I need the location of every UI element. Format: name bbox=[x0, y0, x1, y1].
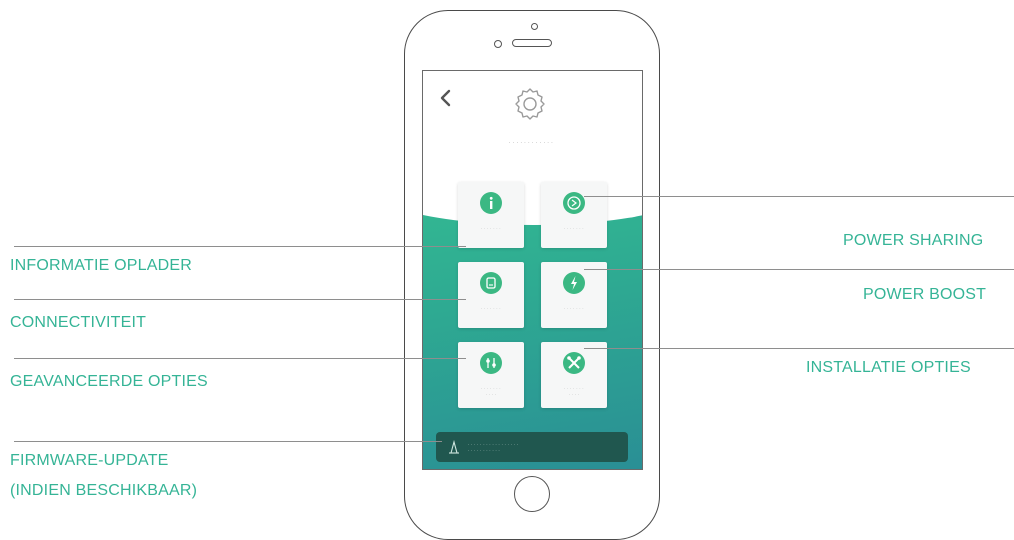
callout-firmware-availability: (INDIEN BESCHIKBAAR) bbox=[10, 482, 198, 499]
callout-line-power-boost bbox=[584, 269, 1014, 270]
connectivity-icon bbox=[480, 272, 502, 294]
chevron-left-icon[interactable] bbox=[436, 88, 456, 108]
callout-line-info bbox=[14, 246, 466, 247]
tile-label: · · · · · · · bbox=[564, 226, 584, 231]
speaker-grille bbox=[512, 39, 552, 47]
firmware-update-bar[interactable]: · · · · · · · · · · · · · · · · · · · · ·… bbox=[436, 432, 628, 462]
advanced-options-icon bbox=[480, 352, 502, 374]
screen-title: · · · · · · · · · · · · bbox=[508, 140, 554, 146]
callout-connectivity: CONNECTIVITEIT bbox=[10, 314, 147, 331]
callout-line-connectivity bbox=[14, 299, 466, 300]
gear-icon bbox=[515, 88, 545, 120]
tile-information[interactable]: · · · · · · · bbox=[458, 182, 524, 248]
callout-advanced-options: GEAVANCEERDE OPTIES bbox=[10, 373, 208, 390]
callout-line-power-sharing bbox=[584, 196, 1014, 197]
tile-label: · · · · · · · bbox=[481, 226, 501, 231]
firmware-update-text: · · · · · · · · · · · · · · · · · · · · ·… bbox=[468, 442, 519, 453]
callout-power-sharing: POWER SHARING bbox=[843, 232, 984, 249]
tile-label: · · · · · · · · · · · bbox=[481, 386, 501, 397]
tile-installation-options[interactable]: · · · · · · · · · · · bbox=[541, 342, 607, 408]
info-icon bbox=[480, 192, 502, 214]
power-sharing-icon bbox=[563, 192, 585, 214]
bolt-icon bbox=[563, 272, 585, 294]
front-camera bbox=[494, 40, 502, 48]
tile-label: · · · · · · · · · · · bbox=[564, 386, 584, 397]
tile-connectivity[interactable]: · · · · · · · bbox=[458, 262, 524, 328]
callout-information-charger: INFORMATIE OPLADER bbox=[10, 257, 192, 274]
firmware-update-icon bbox=[449, 439, 459, 454]
tile-label: · · · · · · · bbox=[481, 306, 501, 311]
tile-advanced-options[interactable]: · · · · · · · · · · · bbox=[458, 342, 524, 408]
tools-icon bbox=[563, 352, 585, 374]
camera-dot bbox=[531, 23, 538, 30]
callout-installation-options: INSTALLATIE OPTIES bbox=[806, 359, 971, 376]
callout-power-boost: POWER BOOST bbox=[863, 286, 987, 303]
callout-firmware-update: FIRMWARE-UPDATE bbox=[10, 452, 169, 469]
callout-line-firmware bbox=[14, 441, 442, 442]
home-button[interactable] bbox=[514, 476, 550, 512]
tile-power-boost[interactable]: · · · · · · · bbox=[541, 262, 607, 328]
tile-power-sharing[interactable]: · · · · · · · bbox=[541, 182, 607, 248]
callout-line-install bbox=[584, 348, 1014, 349]
app-screen bbox=[422, 70, 643, 470]
tile-label: · · · · · · · bbox=[564, 306, 584, 311]
callout-line-advanced bbox=[14, 358, 466, 359]
